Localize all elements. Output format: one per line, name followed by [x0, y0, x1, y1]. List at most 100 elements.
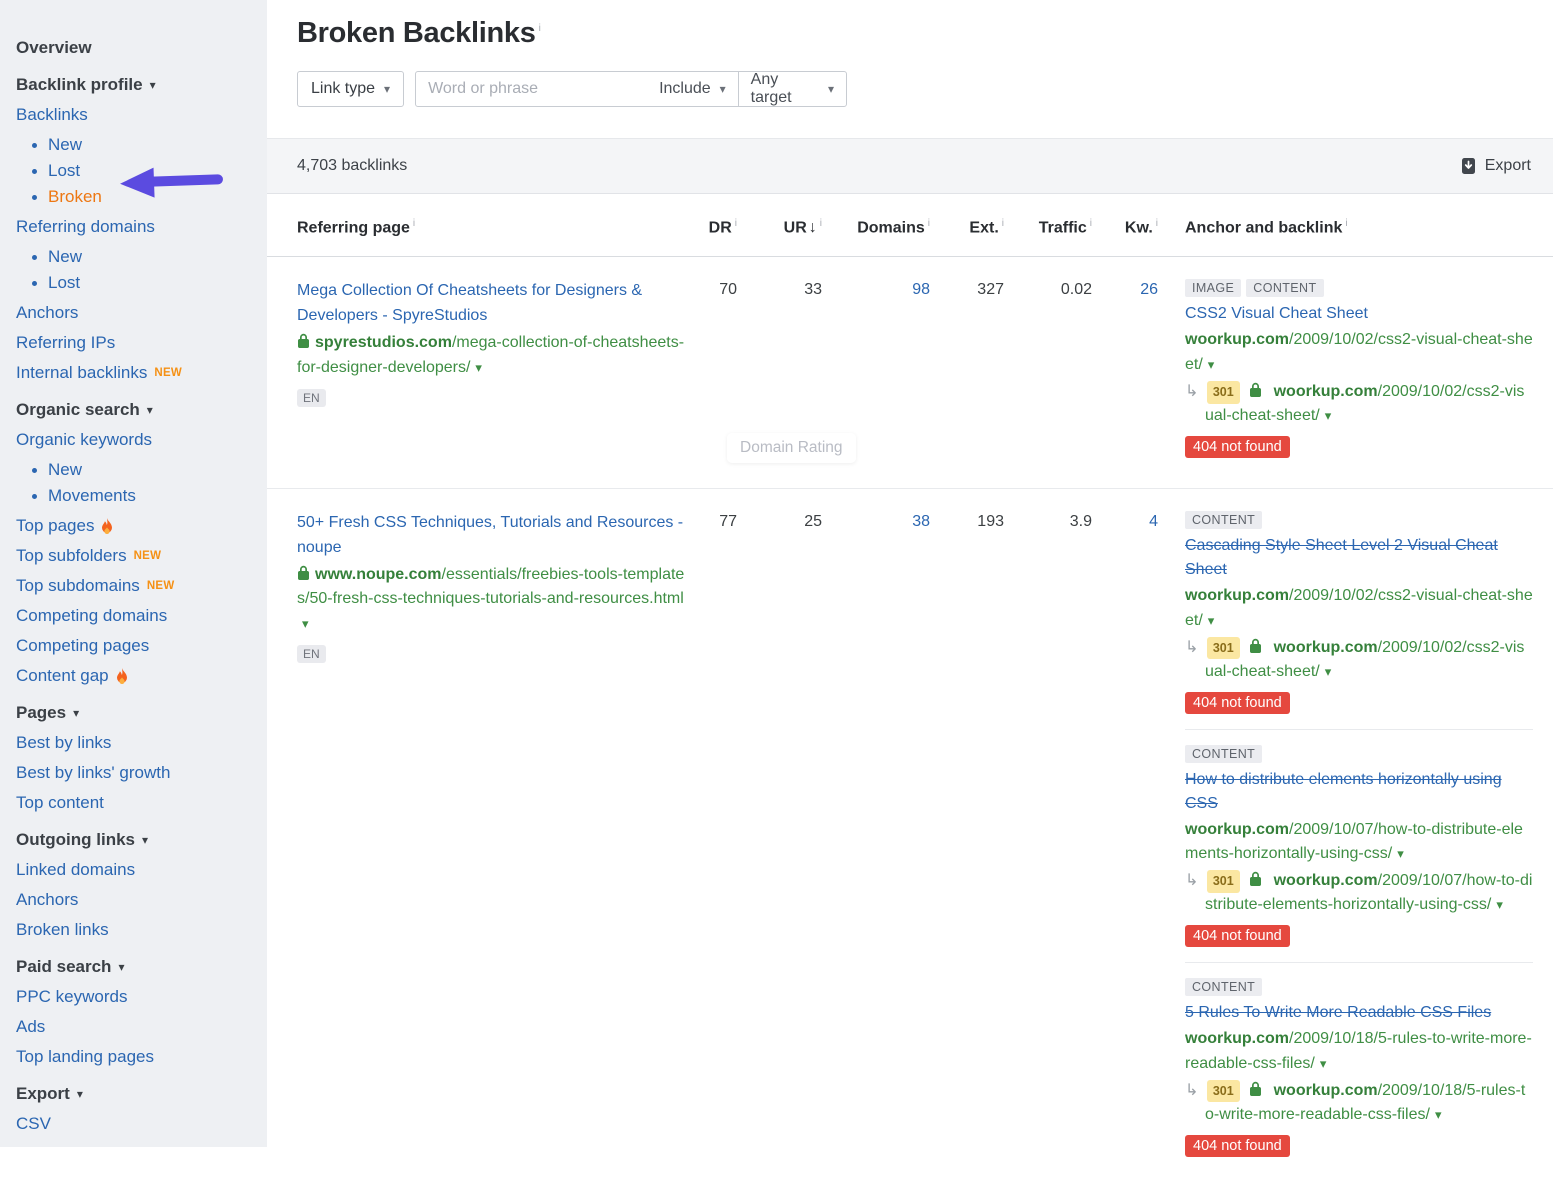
column-header-label: DR [709, 219, 732, 236]
sidebar-item-outgoing-links[interactable]: Outgoing links▾ [16, 829, 257, 851]
sidebar: Overview Backlink profile▾ Backlinks New Los… [0, 0, 267, 1147]
traffic-value: 3.9 [1004, 511, 1092, 531]
backlink-block: IMAGECONTENTCSS2 Visual Cheat Sheetwoork… [1185, 279, 1533, 458]
sidebar-item-anchors[interactable]: Anchors [16, 302, 257, 324]
sidebar-item-top-subfolders[interactable]: Top subfoldersNEW [16, 545, 257, 567]
sidebar-item-lost[interactable]: Lost [32, 160, 257, 182]
sidebar-item-referring-ips[interactable]: Referring IPs [16, 332, 257, 354]
sidebar-item-top-landing-pages[interactable]: Top landing pages [16, 1046, 257, 1068]
word-or-phrase-input[interactable] [416, 72, 647, 106]
sidebar-item-overview[interactable]: Overview [16, 37, 257, 59]
anchor-text-link[interactable]: How to distribute elements horizontally … [1185, 768, 1533, 816]
column-header-label: Traffic [1039, 219, 1087, 236]
sidebar-item-new[interactable]: New [32, 134, 257, 156]
column-header-anchor-and-backlink[interactable]: Anchor and backlinki [1158, 218, 1533, 237]
traffic-value: 0.02 [1004, 279, 1092, 299]
dr-value: 77 [687, 511, 737, 531]
sidebar-item-ads[interactable]: Ads [16, 1016, 257, 1038]
include-dropdown[interactable]: Include ▾ [647, 72, 738, 106]
anchor-text-link[interactable]: 5 Rules To Write More Readable CSS Files [1185, 1001, 1533, 1025]
sidebar-item-broken[interactable]: Broken [32, 186, 257, 208]
chevron-down-icon[interactable]: ▾ [302, 616, 309, 631]
backlink-block: CONTENT5 Rules To Write More Readable CS… [1185, 962, 1533, 1157]
bullet-dot-icon [32, 494, 37, 499]
table-row: 50+ Fresh CSS Techniques, Tutorials and … [267, 488, 1553, 1187]
sidebar-item-label: Export [16, 1083, 70, 1105]
anchor-text-link[interactable]: Cascading Style Sheet Level 2 Visual Che… [1185, 534, 1533, 582]
chevron-down-icon[interactable]: ▾ [1496, 897, 1503, 912]
sidebar-item-new[interactable]: New [32, 246, 257, 268]
sidebar-item-backlink-profile[interactable]: Backlink profile▾ [16, 74, 257, 96]
any-target-dropdown[interactable]: Any target ▾ [739, 72, 846, 106]
sidebar-item-competing-pages[interactable]: Competing pages [16, 635, 257, 657]
link-type-dropdown[interactable]: Link type ▾ [297, 71, 404, 107]
sidebar-item-competing-domains[interactable]: Competing domains [16, 605, 257, 627]
sidebar-item-top-pages[interactable]: Top pages [16, 515, 257, 537]
kw-link[interactable]: 26 [1140, 281, 1158, 298]
sidebar-item-organic-keywords[interactable]: Organic keywords [16, 429, 257, 451]
sidebar-item-pages[interactable]: Pages▾ [16, 702, 257, 724]
sidebar-item-backlinks[interactable]: Backlinks [16, 104, 257, 126]
language-badge: EN [297, 389, 326, 407]
sidebar-item-top-content[interactable]: Top content [16, 792, 257, 814]
sidebar-item-export[interactable]: Export ▾ [16, 1083, 257, 1105]
column-header-domains[interactable]: Domainsi [822, 218, 930, 237]
chevron-down-icon: ▾ [150, 74, 156, 96]
chevron-down-icon[interactable]: ▾ [1208, 613, 1215, 628]
column-header-ext[interactable]: Ext.i [930, 218, 1004, 237]
domains-link[interactable]: 38 [912, 513, 930, 530]
export-download-icon [1461, 157, 1476, 175]
sidebar-item-referring-domains[interactable]: Referring domains [16, 216, 257, 238]
referring-page-link[interactable]: 50+ Fresh CSS Techniques, Tutorials and … [297, 511, 687, 561]
domains-link[interactable]: 98 [912, 281, 930, 298]
sidebar-item-label: Best by links' growth [16, 762, 170, 784]
chevron-down-icon[interactable]: ▾ [475, 360, 482, 375]
column-header-traffic[interactable]: Traffici [1004, 218, 1092, 237]
column-header-ur[interactable]: UR↓i [737, 218, 822, 237]
sidebar-item-broken-links[interactable]: Broken links [16, 919, 257, 941]
sidebar-item-csv[interactable]: CSV [16, 1113, 257, 1135]
sidebar-item-best-by-links[interactable]: Best by links [16, 732, 257, 754]
referring-page-url: spyrestudios.com/mega-collection-of-chea… [297, 331, 687, 381]
chevron-down-icon[interactable]: ▾ [1325, 408, 1332, 423]
sidebar-item-internal-backlinks[interactable]: Internal backlinksNEW [16, 362, 257, 384]
column-header-referring-page[interactable]: Referring pagei [297, 218, 687, 237]
sidebar-item-new[interactable]: New [32, 459, 257, 481]
sidebar-item-ppc-keywords[interactable]: PPC keywords [16, 986, 257, 1008]
sidebar-item-movements[interactable]: Movements [32, 485, 257, 507]
bullet-dot-icon [32, 143, 37, 148]
table-row: Mega Collection Of Cheatsheets for Desig… [267, 257, 1553, 488]
kw-link[interactable]: 4 [1149, 513, 1158, 530]
sidebar-item-top-subdomains[interactable]: Top subdomainsNEW [16, 575, 257, 597]
export-label: Export [1485, 157, 1531, 175]
chevron-down-icon[interactable]: ▾ [1320, 1056, 1327, 1071]
column-header-dr[interactable]: DRi [687, 218, 737, 237]
referring-page-link[interactable]: Mega Collection Of Cheatsheets for Desig… [297, 279, 687, 329]
sidebar-item-paid-search[interactable]: Paid search▾ [16, 956, 257, 978]
sidebar-item-lost[interactable]: Lost [32, 272, 257, 294]
anchor-text-link[interactable]: CSS2 Visual Cheat Sheet [1185, 302, 1533, 326]
export-button[interactable]: Export [1461, 157, 1531, 175]
chevron-down-icon[interactable]: ▾ [1208, 357, 1215, 372]
page-title: Broken Backlinksi [297, 17, 541, 50]
sidebar-item-pdf[interactable]: PDF [16, 1143, 257, 1147]
redirect-line: ↳ 301 → woorkup.com/2009/10/18/5-rules-t… [1185, 1079, 1533, 1127]
status-badge-404: 404 not found [1185, 925, 1290, 947]
chevron-down-icon[interactable]: ▾ [1325, 664, 1332, 679]
type-badge-content: CONTENT [1185, 745, 1262, 763]
sidebar-item-organic-search[interactable]: Organic search▾ [16, 399, 257, 421]
backlink-block: CONTENTCascading Style Sheet Level 2 Vis… [1185, 511, 1533, 714]
chevron-down-icon[interactable]: ▾ [1435, 1107, 1442, 1122]
sidebar-item-best-by-links-growth[interactable]: Best by links' growth [16, 762, 257, 784]
column-header-kw[interactable]: Kw.i [1092, 218, 1158, 237]
sidebar-item-label: PPC keywords [16, 986, 127, 1008]
sidebar-item-label: Internal backlinks [16, 362, 147, 384]
sidebar-item-anchors[interactable]: Anchors [16, 889, 257, 911]
sidebar-item-linked-domains[interactable]: Linked domains [16, 859, 257, 881]
new-badge: NEW [134, 545, 162, 567]
sort-desc-icon: ↓ [809, 219, 817, 236]
chevron-down-icon: ▾ [77, 1083, 83, 1105]
sidebar-item-label: CSV [16, 1113, 51, 1135]
sidebar-item-content-gap[interactable]: Content gap [16, 665, 257, 687]
chevron-down-icon[interactable]: ▾ [1397, 846, 1404, 861]
